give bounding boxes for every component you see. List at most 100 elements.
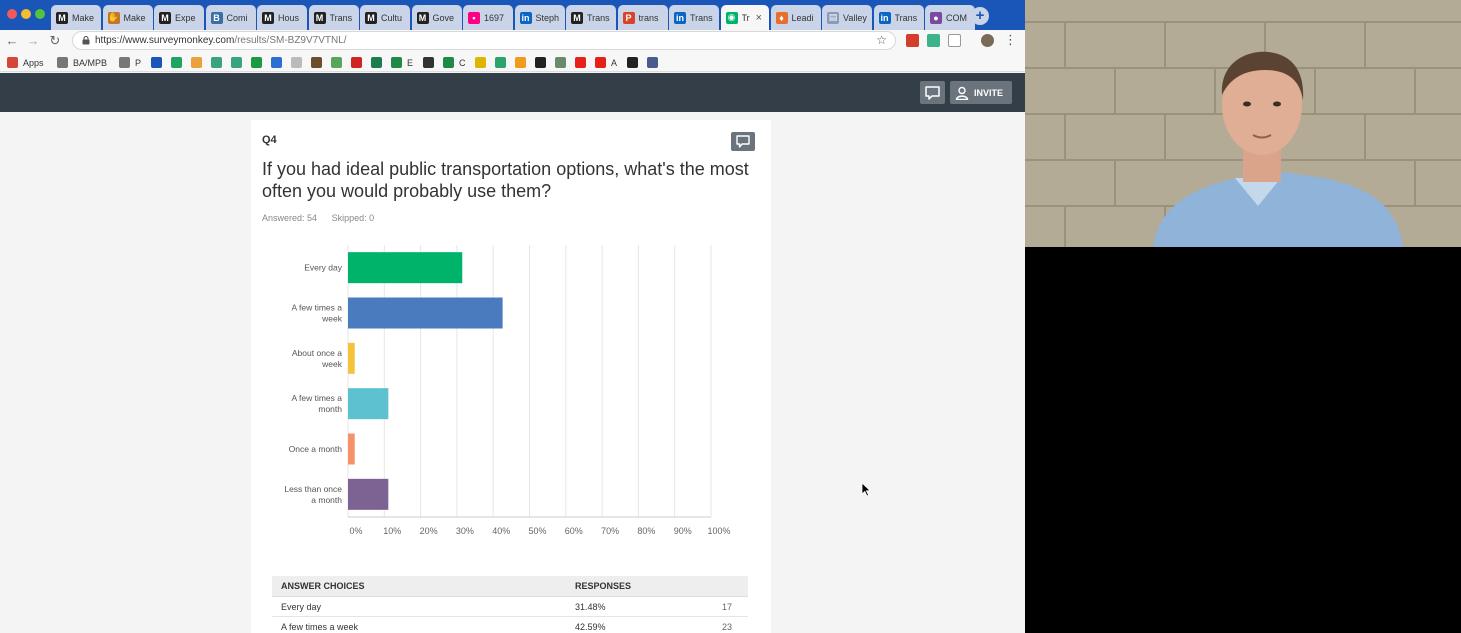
extension-icon-outline[interactable] [948, 34, 961, 47]
bookmark-item-26[interactable] [647, 56, 658, 69]
bookmark-item-11[interactable] [311, 56, 322, 69]
extension-icon-green[interactable] [927, 34, 940, 47]
tab-4[interactable]: M Hous [257, 5, 307, 30]
bookmark-item-25[interactable] [627, 56, 638, 69]
forward-arrow-icon[interactable]: → [25, 33, 41, 49]
tab-6[interactable]: M Cultu [360, 5, 410, 30]
tab-17[interactable]: ● COM [925, 5, 975, 30]
bookmark-item-10[interactable] [291, 56, 302, 69]
bookmark-label: C [459, 57, 466, 68]
maximize-window-button[interactable] [35, 9, 45, 19]
bar [348, 478, 389, 510]
reload-icon[interactable]: ↻ [47, 33, 63, 49]
tab-16[interactable]: in Trans [873, 5, 924, 30]
extension-icon-red[interactable] [906, 34, 919, 47]
bookmark-item-3[interactable] [151, 56, 162, 69]
bookmark-item-15[interactable]: E [391, 56, 413, 69]
header-responses[interactable]: RESPONSES [567, 581, 697, 591]
minimize-window-button[interactable] [21, 9, 31, 19]
bookmark-item-1[interactable]: BA/MPB [57, 56, 107, 69]
question-stats: Answered: 54 Skipped: 0 [262, 213, 386, 223]
browser-window: M Make ✋ Make M Expe B Comi M Hous M Trans M Cultu M Go… [0, 0, 1025, 633]
browser-menu-icon[interactable]: ⋮ [1004, 32, 1017, 48]
bookmark-item-24[interactable]: A [595, 56, 617, 69]
bookmark-item-23[interactable] [575, 56, 586, 69]
tab-15[interactable]: ▤ Valley [822, 5, 872, 30]
bookmark-item-8[interactable] [251, 56, 262, 69]
tab-label: Hous [278, 12, 300, 23]
category-label: Once a month [289, 444, 343, 454]
medium-icon: M [262, 11, 274, 24]
tab-12[interactable]: in Trans [669, 5, 719, 30]
tab-label: Make [72, 12, 95, 23]
question-comment-icon[interactable] [731, 132, 755, 151]
url-path: /results/SM-BZ9V7VTNL/ [234, 35, 347, 46]
tab-13[interactable]: ◉ Tr × [720, 5, 769, 30]
bookmark-icon [555, 57, 566, 68]
bookmark-item-0[interactable]: Apps [7, 56, 44, 69]
bookmark-item-17[interactable]: C [443, 56, 466, 69]
tab-3[interactable]: B Comi [205, 5, 256, 30]
comment-icon[interactable] [920, 81, 945, 104]
bookmark-item-20[interactable] [515, 56, 526, 69]
x-tick-label: 40% [492, 526, 510, 536]
tab-11[interactable]: Ptrans [617, 5, 668, 30]
bookmark-item-14[interactable] [371, 56, 382, 69]
tab-7[interactable]: M Gove [411, 5, 462, 30]
response-percent: 42.59% [575, 621, 606, 632]
bookmark-item-2[interactable]: P [119, 56, 141, 69]
profile-avatar-icon[interactable] [981, 34, 994, 47]
bookmark-icon [475, 57, 486, 68]
tab-2[interactable]: M Expe [154, 5, 204, 30]
browser-toolbar: ← → ↻ https://www.surveymonkey.com/resul… [0, 30, 1025, 52]
table-row: A few times a week 42.59% 23 [272, 617, 748, 633]
bookmark-item-13[interactable] [351, 56, 362, 69]
tab-label: Trans [587, 12, 610, 23]
tab-5[interactable]: M Trans [308, 5, 359, 30]
category-label: month [318, 404, 342, 414]
fire-icon: ♦ [775, 11, 788, 24]
tab-0[interactable]: M Make [51, 5, 101, 30]
address-bar[interactable]: https://www.surveymonkey.com/results/SM-… [72, 31, 896, 50]
x-tick-label: 60% [565, 526, 583, 536]
bookmark-item-18[interactable] [475, 56, 486, 69]
bookmark-item-7[interactable] [231, 56, 242, 69]
back-arrow-icon[interactable]: ← [4, 33, 20, 49]
bookmark-item-6[interactable] [211, 56, 222, 69]
bookmark-item-12[interactable] [331, 56, 342, 69]
bookmark-item-16[interactable] [423, 56, 434, 69]
tab-label: Gove [432, 12, 455, 23]
bookmark-item-4[interactable] [171, 56, 182, 69]
close-tab-icon[interactable]: × [756, 12, 762, 24]
tab-10[interactable]: M Trans [566, 5, 616, 30]
user-icon [955, 86, 969, 100]
bookmark-icon [251, 57, 262, 68]
bookmark-item-9[interactable] [271, 56, 282, 69]
tab-label: 1697 [484, 12, 505, 23]
tab-8[interactable]: • 1697 [463, 5, 513, 30]
linkedin-icon: in [674, 11, 686, 24]
tab-1[interactable]: ✋ Make [102, 5, 153, 30]
bookmark-item-5[interactable] [191, 56, 202, 69]
medium-icon: M [159, 11, 171, 24]
bookmark-item-19[interactable] [495, 56, 506, 69]
close-window-button[interactable] [7, 9, 17, 19]
x-tick-label: 10% [383, 526, 401, 536]
bookmark-item-22[interactable] [555, 56, 566, 69]
apps-grid-icon [7, 57, 18, 68]
bookmark-star-icon[interactable]: ☆ [876, 33, 887, 47]
x-tick-label: 30% [456, 526, 474, 536]
new-tab-button[interactable]: + [971, 7, 989, 25]
bookmark-item-21[interactable] [535, 56, 546, 69]
x-tick-label: 50% [528, 526, 546, 536]
tab-9[interactable]: in Steph [514, 5, 565, 30]
tab-14[interactable]: ♦ Leadi [770, 5, 821, 30]
medium-icon: M [571, 11, 583, 24]
header-answer-choices[interactable]: ANSWER CHOICES [272, 581, 567, 591]
linkedin-icon: in [878, 11, 891, 24]
question-title: If you had ideal public transportation o… [262, 159, 749, 201]
invite-button[interactable]: INVITE [950, 81, 1012, 104]
bookmark-icon [151, 57, 162, 68]
medium-icon: M [365, 11, 377, 24]
flickr-icon: • [468, 11, 480, 24]
